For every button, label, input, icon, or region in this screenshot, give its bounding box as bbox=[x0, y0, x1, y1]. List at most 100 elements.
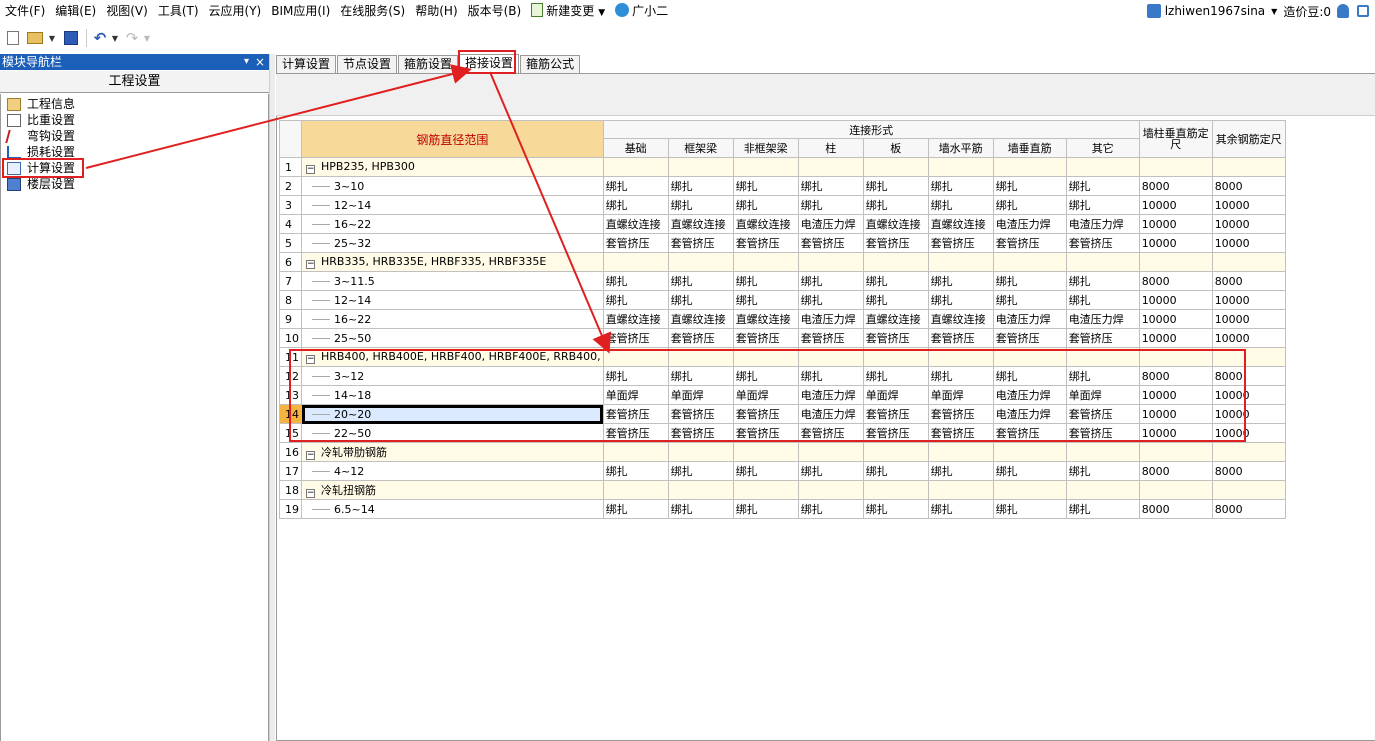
group-label-cell[interactable]: − 冷轧扭钢筋 bbox=[301, 480, 604, 500]
cell-column[interactable]: 绑扎 bbox=[797, 366, 864, 386]
cell-column[interactable] bbox=[797, 157, 864, 177]
cell-slab[interactable]: 套管挤压 bbox=[862, 404, 929, 424]
cell-column[interactable]: 套管挤压 bbox=[797, 233, 864, 253]
cell-nonframe-beam[interactable]: 套管挤压 bbox=[732, 404, 799, 424]
row-number[interactable]: 2 bbox=[279, 176, 302, 196]
cell-column[interactable]: 电渣压力焊 bbox=[797, 404, 864, 424]
cell-nonframe-beam[interactable] bbox=[732, 442, 799, 462]
user-menu-chevron-icon[interactable]: ▼ bbox=[1271, 7, 1277, 16]
cell-wall-horizontal[interactable]: 绑扎 bbox=[927, 499, 994, 519]
cell-wall-vertical[interactable]: 电渣压力焊 bbox=[992, 385, 1067, 405]
cell-wall-fixed-length[interactable] bbox=[1138, 157, 1213, 177]
cell-wall-horizontal[interactable]: 绑扎 bbox=[927, 290, 994, 310]
cell-other[interactable]: 套管挤压 bbox=[1065, 423, 1140, 443]
cell-frame-beam[interactable]: 绑扎 bbox=[667, 461, 734, 481]
cell-wall-fixed-length[interactable]: 10000 bbox=[1138, 328, 1213, 348]
range-cell[interactable]: 4~12 bbox=[301, 461, 604, 481]
cell-wall-vertical[interactable]: 电渣压力焊 bbox=[992, 309, 1067, 329]
cell-wall-fixed-length[interactable]: 10000 bbox=[1138, 233, 1213, 253]
cell-frame-beam[interactable] bbox=[667, 157, 734, 177]
range-cell[interactable]: 14~18 bbox=[301, 385, 604, 405]
cell-column[interactable]: 电渣压力焊 bbox=[797, 309, 864, 329]
cell-foundation[interactable]: 绑扎 bbox=[602, 499, 669, 519]
cell-wall-vertical[interactable]: 电渣压力焊 bbox=[992, 404, 1067, 424]
cell-wall-fixed-length[interactable]: 8000 bbox=[1138, 366, 1213, 386]
cell-other-fixed-length[interactable]: 8000 bbox=[1211, 271, 1286, 291]
cell-wall-fixed-length[interactable]: 10000 bbox=[1138, 404, 1213, 424]
cell-wall-fixed-length[interactable]: 8000 bbox=[1138, 176, 1213, 196]
cell-wall-vertical[interactable]: 绑扎 bbox=[992, 499, 1067, 519]
cell-other[interactable]: 套管挤压 bbox=[1065, 233, 1140, 253]
collapse-icon[interactable]: − bbox=[306, 355, 315, 364]
cell-wall-fixed-length[interactable]: 10000 bbox=[1138, 290, 1213, 310]
cell-foundation[interactable] bbox=[602, 347, 669, 367]
cell-other[interactable]: 单面焊 bbox=[1065, 385, 1140, 405]
nav-item-weight[interactable]: 比重设置 bbox=[1, 112, 268, 128]
cell-wall-vertical[interactable]: 绑扎 bbox=[992, 290, 1067, 310]
range-cell[interactable]: 6.5~14 bbox=[301, 499, 604, 519]
cell-nonframe-beam[interactable]: 直螺纹连接 bbox=[732, 214, 799, 234]
collapse-icon[interactable]: − bbox=[306, 489, 315, 498]
row-number[interactable]: 18 bbox=[279, 480, 302, 500]
cell-slab[interactable]: 绑扎 bbox=[862, 366, 929, 386]
cell-other-fixed-length[interactable]: 10000 bbox=[1211, 328, 1286, 348]
cell-nonframe-beam[interactable] bbox=[732, 252, 799, 272]
cell-foundation[interactable]: 绑扎 bbox=[602, 195, 669, 215]
range-cell[interactable]: 3~11.5 bbox=[301, 271, 604, 291]
cell-nonframe-beam[interactable] bbox=[732, 157, 799, 177]
nav-item-hook[interactable]: 弯钩设置 bbox=[1, 128, 268, 144]
cell-slab[interactable]: 绑扎 bbox=[862, 176, 929, 196]
range-cell[interactable]: 16~22 bbox=[301, 214, 604, 234]
cell-wall-fixed-length[interactable]: 10000 bbox=[1138, 214, 1213, 234]
cell-wall-vertical[interactable]: 绑扎 bbox=[992, 461, 1067, 481]
open-dropdown-icon[interactable]: ▼ bbox=[48, 29, 56, 47]
cell-wall-horizontal[interactable]: 单面焊 bbox=[927, 385, 994, 405]
row-number[interactable]: 12 bbox=[279, 366, 302, 386]
cell-foundation[interactable]: 单面焊 bbox=[602, 385, 669, 405]
cell-nonframe-beam[interactable] bbox=[732, 347, 799, 367]
cell-wall-vertical[interactable] bbox=[992, 480, 1067, 500]
chevron-down-icon[interactable]: ▼ bbox=[598, 8, 605, 18]
cell-wall-fixed-length[interactable]: 8000 bbox=[1138, 271, 1213, 291]
tab-stirrup-formula[interactable]: 箍筋公式 bbox=[520, 55, 581, 73]
cell-other-fixed-length[interactable] bbox=[1211, 347, 1286, 367]
cell-other[interactable]: 绑扎 bbox=[1065, 195, 1140, 215]
collapse-icon[interactable]: − bbox=[306, 165, 315, 174]
cell-wall-vertical[interactable]: 套管挤压 bbox=[992, 423, 1067, 443]
nav-item-calc[interactable]: 计算设置 bbox=[1, 160, 268, 176]
range-cell[interactable]: 12~14 bbox=[301, 290, 604, 310]
cell-wall-horizontal[interactable]: 绑扎 bbox=[927, 461, 994, 481]
cell-other[interactable]: 电渣压力焊 bbox=[1065, 214, 1140, 234]
cell-frame-beam[interactable] bbox=[667, 252, 734, 272]
cell-other[interactable] bbox=[1065, 480, 1140, 500]
cell-slab[interactable]: 绑扎 bbox=[862, 461, 929, 481]
cell-other-fixed-length[interactable]: 10000 bbox=[1211, 195, 1286, 215]
cell-frame-beam[interactable]: 直螺纹连接 bbox=[667, 214, 734, 234]
cell-column[interactable]: 绑扎 bbox=[797, 461, 864, 481]
menu-cloud[interactable]: 云应用(Y) bbox=[204, 0, 267, 22]
cell-nonframe-beam[interactable]: 单面焊 bbox=[732, 385, 799, 405]
row-number[interactable]: 8 bbox=[279, 290, 302, 310]
cell-wall-horizontal[interactable]: 绑扎 bbox=[927, 366, 994, 386]
cell-column[interactable]: 套管挤压 bbox=[797, 423, 864, 443]
cell-nonframe-beam[interactable]: 绑扎 bbox=[732, 271, 799, 291]
row-number[interactable]: 14 bbox=[279, 404, 302, 424]
cell-foundation[interactable]: 绑扎 bbox=[602, 176, 669, 196]
cell-other[interactable]: 套管挤压 bbox=[1065, 404, 1140, 424]
row-number[interactable]: 7 bbox=[279, 271, 302, 291]
cell-slab[interactable]: 绑扎 bbox=[862, 499, 929, 519]
cell-other-fixed-length[interactable] bbox=[1211, 157, 1286, 177]
cell-frame-beam[interactable]: 直螺纹连接 bbox=[667, 309, 734, 329]
row-number[interactable]: 3 bbox=[279, 195, 302, 215]
tab-node-settings[interactable]: 节点设置 bbox=[337, 55, 398, 73]
cell-frame-beam[interactable] bbox=[667, 480, 734, 500]
nav-item-floor[interactable]: 楼层设置 bbox=[1, 176, 268, 192]
cell-column[interactable] bbox=[797, 347, 864, 367]
cell-slab[interactable] bbox=[862, 442, 929, 462]
cell-foundation[interactable]: 套管挤压 bbox=[602, 423, 669, 443]
cell-other[interactable]: 绑扎 bbox=[1065, 290, 1140, 310]
cell-column[interactable]: 电渣压力焊 bbox=[797, 214, 864, 234]
cell-frame-beam[interactable]: 单面焊 bbox=[667, 385, 734, 405]
cell-wall-horizontal[interactable] bbox=[927, 442, 994, 462]
row-number[interactable]: 10 bbox=[279, 328, 302, 348]
